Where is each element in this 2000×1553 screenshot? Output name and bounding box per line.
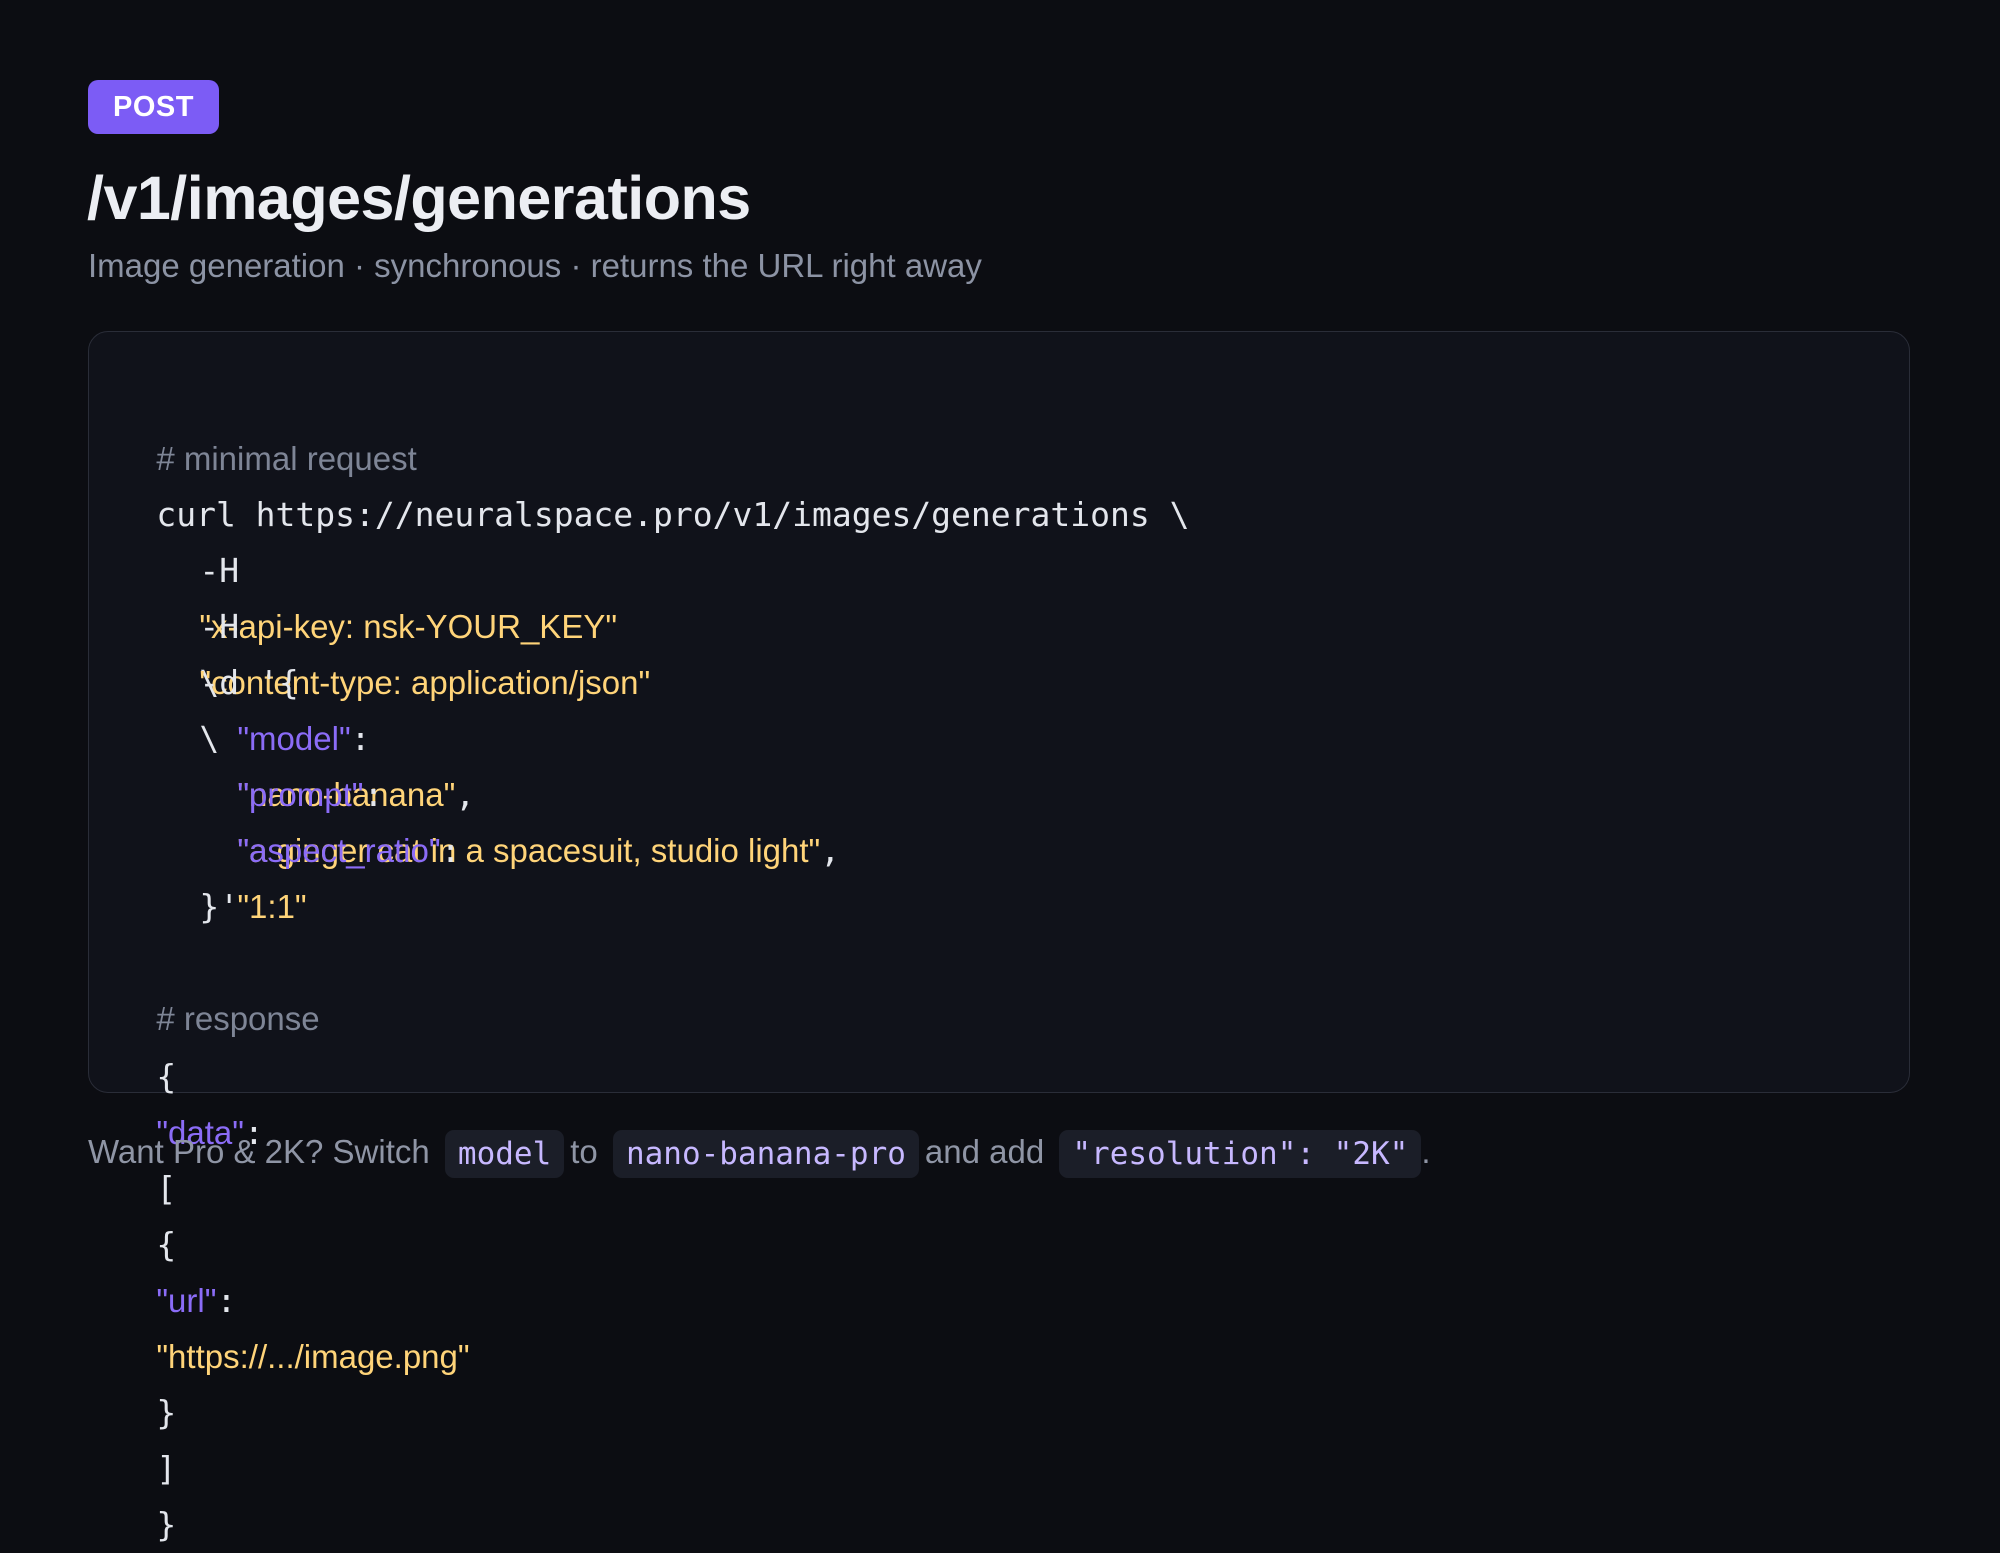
footer-text: and add bbox=[924, 1133, 1045, 1170]
code-line-response: { "data": [ { "url": "https://.../image.… bbox=[138, 993, 469, 1544]
code-line-data-close: }' bbox=[181, 823, 239, 926]
code-line-header-api-key: -H "x-api-key: nsk-YOUR_KEY" \ bbox=[181, 487, 617, 702]
response-close: } bbox=[156, 1505, 177, 1544]
inline-code-model: model bbox=[444, 1130, 565, 1179]
code-line-body-model: "model": "nano-banana", bbox=[219, 655, 475, 814]
endpoint-subtitle: Image generation · synchronous · returns… bbox=[88, 247, 982, 284]
response-item-open: { bbox=[156, 1225, 177, 1264]
trailing-comma: , bbox=[820, 831, 841, 870]
footer-text: to bbox=[570, 1133, 598, 1170]
response-url-key: "url" bbox=[156, 1282, 217, 1319]
code-line-response-comment: # response bbox=[138, 935, 319, 1037]
inline-code-model-name: nano-banana-pro bbox=[612, 1130, 919, 1179]
code-line-curl: curl https://neuralspace.pro/v1/images/g… bbox=[138, 431, 1189, 534]
data-close: }' bbox=[199, 887, 240, 926]
code-line-header-content-type: -H "content-type: application/json" \ bbox=[181, 543, 650, 758]
footer-period: . bbox=[1421, 1133, 1431, 1170]
inline-code-resolution: "resolution": "2K" bbox=[1059, 1130, 1422, 1179]
body-key: "aspect_ratio" bbox=[237, 832, 441, 869]
colon: : bbox=[440, 831, 461, 870]
colon: : bbox=[216, 1281, 237, 1320]
response-open: { bbox=[156, 1057, 177, 1096]
footer-text: Want Pro & 2K? Switch bbox=[88, 1133, 430, 1170]
code-line-body-aspect-ratio: "aspect_ratio": "1:1" bbox=[219, 767, 460, 925]
response-array-close: ] bbox=[156, 1449, 177, 1488]
code-line-request-comment: # minimal request bbox=[138, 375, 416, 477]
response-url-value: "https://.../image.png" bbox=[156, 1338, 470, 1375]
body-value: "1:1" bbox=[237, 888, 307, 925]
response-item-close: } bbox=[156, 1393, 177, 1432]
code-line-body-prompt: "prompt": "a ginger cat in a spacesuit, … bbox=[219, 711, 840, 870]
endpoint-title: /v1/images/generations bbox=[87, 164, 751, 232]
footer-note: Want Pro & 2K? Switch model to nano-banan… bbox=[88, 1126, 1431, 1179]
method-badge: POST bbox=[88, 80, 219, 134]
line-continuation: \ bbox=[199, 719, 220, 758]
code-line-data-open: -d '{ bbox=[181, 599, 298, 702]
